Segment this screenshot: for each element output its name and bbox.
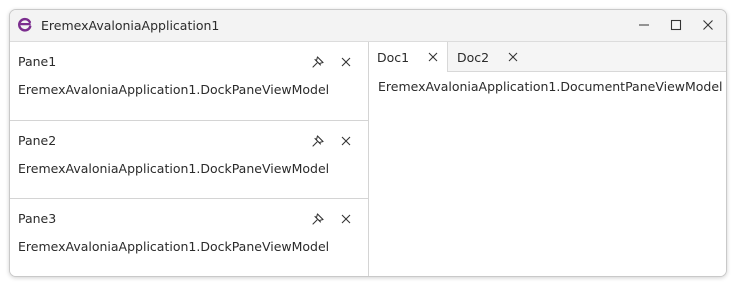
close-pane-button[interactable] bbox=[338, 133, 354, 149]
pane-title[interactable]: Pane1 bbox=[18, 54, 56, 69]
pane-content: EremexAvaloniaApplication1.DockPaneViewM… bbox=[18, 161, 330, 176]
pane-content: EremexAvaloniaApplication1.DockPaneViewM… bbox=[18, 239, 330, 254]
dock-pane-2: Pane2 EremexAvaloniaApplication1.DockPan… bbox=[10, 121, 368, 199]
tab-label: Doc2 bbox=[457, 50, 490, 65]
close-icon bbox=[341, 214, 351, 224]
tab-doc1[interactable]: Doc1 bbox=[369, 42, 448, 72]
close-icon bbox=[341, 136, 351, 146]
close-icon bbox=[703, 20, 713, 30]
close-pane-button[interactable] bbox=[338, 54, 354, 70]
maximize-icon bbox=[670, 19, 682, 31]
minimize-icon bbox=[639, 24, 649, 26]
pin-icon bbox=[312, 213, 324, 225]
eremex-logo-icon bbox=[18, 17, 33, 32]
tab-doc2[interactable]: Doc2 bbox=[448, 42, 526, 71]
pane-title[interactable]: Pane3 bbox=[18, 211, 56, 226]
maximize-button[interactable] bbox=[667, 16, 685, 34]
dock-pane-3: Pane3 EremexAvaloniaApplication1.DockPan… bbox=[10, 199, 368, 276]
document-area: Doc1 Doc2 EremexAvaloniaApplication1.Doc… bbox=[369, 42, 726, 276]
close-icon bbox=[508, 52, 518, 62]
title-bar[interactable]: EremexAvaloniaApplication1 bbox=[10, 10, 726, 42]
close-tab-button[interactable] bbox=[426, 50, 440, 64]
pin-icon bbox=[312, 135, 324, 147]
pane-title[interactable]: Pane2 bbox=[18, 133, 56, 148]
dock-pane-1: Pane1 EremexAvaloniaApplication1.DockPan… bbox=[10, 42, 368, 121]
pin-button[interactable] bbox=[310, 54, 326, 70]
close-window-button[interactable] bbox=[699, 16, 717, 34]
minimize-button[interactable] bbox=[635, 16, 653, 34]
close-tab-button[interactable] bbox=[506, 50, 520, 64]
pin-button[interactable] bbox=[310, 133, 326, 149]
document-content: EremexAvaloniaApplication1.DocumentPaneV… bbox=[378, 79, 723, 94]
pane-content: EremexAvaloniaApplication1.DockPaneViewM… bbox=[18, 82, 330, 97]
close-icon bbox=[341, 57, 351, 67]
close-pane-button[interactable] bbox=[338, 211, 354, 227]
pin-icon bbox=[312, 56, 324, 68]
window-title: EremexAvaloniaApplication1 bbox=[41, 18, 220, 33]
tab-label: Doc1 bbox=[377, 50, 410, 65]
pin-button[interactable] bbox=[310, 211, 326, 227]
app-window: EremexAvaloniaApplication1 Pane1 EremexA… bbox=[9, 9, 727, 277]
document-tab-strip: Doc1 Doc2 bbox=[369, 42, 726, 72]
close-icon bbox=[428, 52, 438, 62]
